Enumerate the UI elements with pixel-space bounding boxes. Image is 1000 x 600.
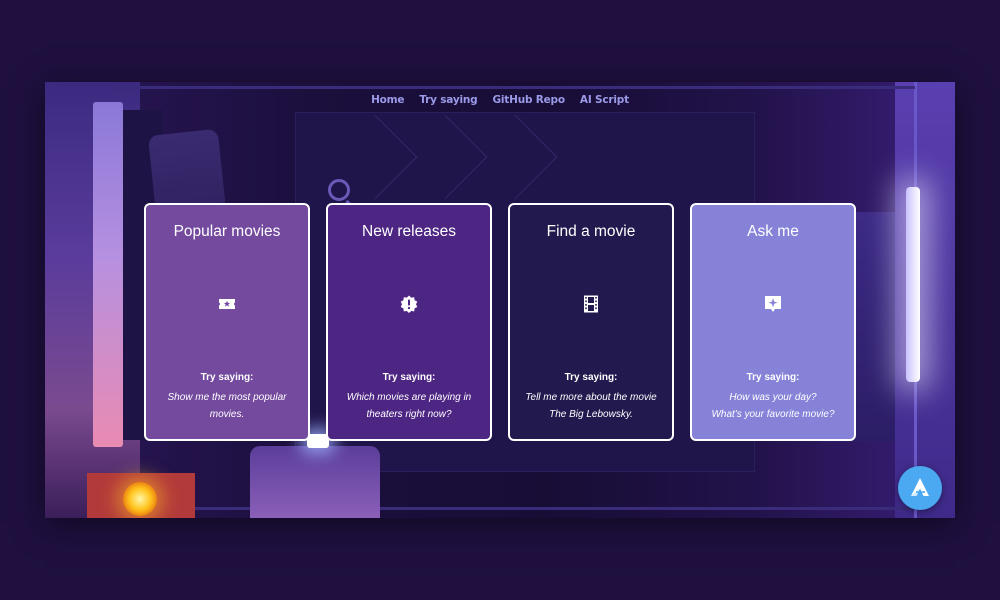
example-line: What's your favorite movie?	[711, 409, 835, 420]
exclamation-badge-icon	[400, 295, 418, 313]
card-title: New releases	[362, 223, 456, 240]
sparkle-chat-icon	[764, 295, 782, 313]
example-phrase: Tell me more about the movie The Big Leb…	[525, 392, 657, 420]
example-phrase: Which movies are playing in theaters rig…	[346, 392, 472, 420]
try-saying-label: Try saying:	[382, 372, 436, 383]
ticket-icon	[218, 295, 236, 313]
left-light-panel	[93, 102, 123, 447]
top-nav: Home Try saying GitHub Repo AI Script	[45, 94, 955, 106]
nav-try-saying[interactable]: Try saying	[419, 94, 477, 106]
try-saying-label: Try saying:	[200, 372, 254, 383]
nav-ai-script[interactable]: AI Script	[580, 94, 629, 106]
nav-github-repo[interactable]: GitHub Repo	[492, 94, 565, 106]
bottom-rail	[115, 507, 915, 510]
card-new-releases[interactable]: New releases Try saying: Which movies ar…	[326, 203, 492, 441]
card-ask-me[interactable]: Ask me Try saying: How was your day? Wha…	[690, 203, 856, 441]
film-strip-icon	[582, 295, 600, 313]
card-title: Popular movies	[173, 223, 281, 240]
top-rail	[115, 86, 915, 89]
example-phrase: How was your day? What's your favorite m…	[702, 389, 844, 423]
card-find-a-movie[interactable]: Find a movie Try saying: Tell me more ab…	[508, 203, 674, 441]
try-saying-label: Try saying:	[564, 372, 618, 383]
magnifier-icon	[328, 179, 350, 201]
card-title: Ask me	[747, 223, 799, 240]
example-line: How was your day?	[729, 392, 817, 403]
nav-home[interactable]: Home	[371, 94, 404, 106]
card-title: Find a movie	[546, 223, 636, 240]
app-window: Home Try saying GitHub Repo AI Script Po…	[45, 82, 955, 518]
right-wall	[895, 82, 955, 518]
alan-logo-icon	[911, 478, 929, 496]
try-saying-label: Try saying:	[746, 372, 800, 383]
card-popular-movies[interactable]: Popular movies Try saying: Show me the m…	[144, 203, 310, 441]
lamp	[123, 482, 157, 516]
voice-assistant-button[interactable]	[898, 466, 942, 510]
seat	[250, 446, 380, 518]
example-phrase: Show me the most popular movies.	[167, 392, 287, 420]
screen-light	[906, 187, 920, 382]
